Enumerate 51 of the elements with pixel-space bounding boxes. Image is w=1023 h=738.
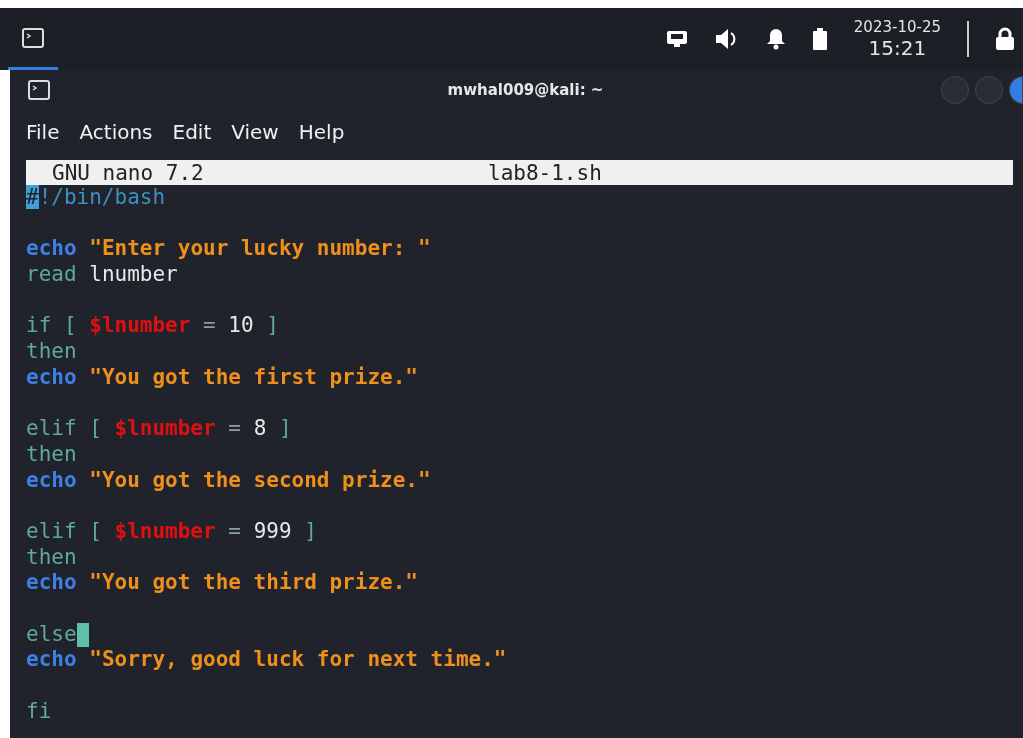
code-token: 999 <box>253 518 292 543</box>
code-token: lnumber <box>89 262 178 287</box>
code-token: echo <box>26 236 77 261</box>
terminal-icon <box>22 27 44 48</box>
code-token: !/bin/bash <box>38 185 166 209</box>
code-token: else <box>26 621 77 646</box>
file-name: lab8-1.sh <box>488 160 602 185</box>
code-token: echo <box>26 364 77 389</box>
code-token: ] <box>304 518 317 543</box>
lock-icon[interactable] <box>995 27 1015 51</box>
code-token: "Sorry, good luck for next time." <box>89 647 507 672</box>
menu-item[interactable]: View <box>231 120 279 144</box>
code-token: 10 <box>228 313 254 338</box>
code-token: = <box>228 416 241 441</box>
time-text: 15:21 <box>868 36 927 60</box>
bell-icon[interactable] <box>765 28 786 50</box>
code-token: if [ <box>26 313 77 338</box>
code-token: elif [ <box>26 518 102 543</box>
code-token: echo <box>26 647 77 672</box>
code-token: fi <box>26 698 52 723</box>
network-icon[interactable] <box>665 30 688 48</box>
code-token: "You got the third prize." <box>89 570 418 595</box>
code-token: ] <box>266 313 279 338</box>
code-token: then <box>26 339 77 364</box>
window-title: mwhal009@kali: ~ <box>446 81 605 99</box>
menu-item[interactable]: File <box>26 120 60 144</box>
code-token: 8 <box>253 416 267 441</box>
terminal-icon <box>28 80 50 100</box>
code-token: elif [ <box>26 416 102 441</box>
code-token: then <box>26 544 77 569</box>
code-token: $lnumber <box>114 416 216 441</box>
menu-item[interactable]: Actions <box>79 120 153 144</box>
code-token: "You got the first prize." <box>89 364 418 389</box>
battery-icon[interactable] <box>811 28 828 50</box>
code-token: $lnumber <box>114 518 216 543</box>
menu-item[interactable]: Edit <box>172 120 212 144</box>
close-button[interactable] <box>1009 76 1023 104</box>
code-token: = <box>203 313 216 338</box>
code-token: ] <box>278 416 292 441</box>
code-token: "You got the second prize." <box>89 467 431 492</box>
code-token: = <box>228 518 241 543</box>
code-token: read <box>26 262 77 287</box>
date-text: 2023-10-25 <box>853 18 941 36</box>
code-token: echo <box>26 467 77 492</box>
code-token: "Enter your lucky number: " <box>89 236 431 261</box>
code-token: echo <box>26 570 77 595</box>
nano-version: GNU nano 7.2 <box>51 160 205 185</box>
menu-item[interactable]: Help <box>298 120 345 144</box>
cursor-character: # <box>26 185 39 209</box>
code-token: then <box>26 441 77 466</box>
code-token: $lnumber <box>89 313 191 338</box>
